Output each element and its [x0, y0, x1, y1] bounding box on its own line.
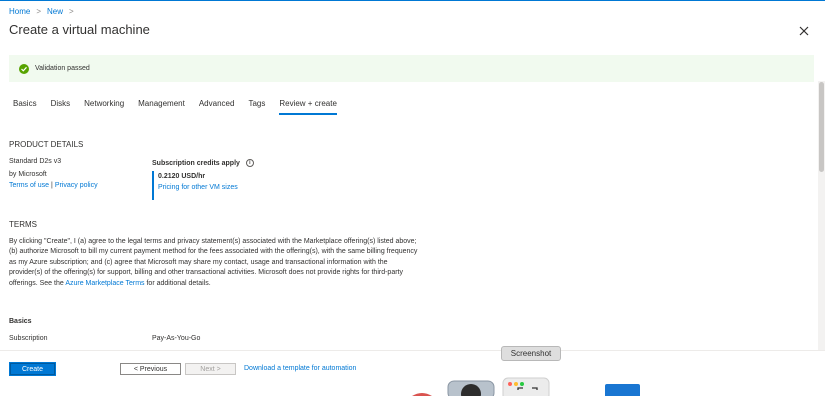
pricing-other-sizes-link[interactable]: Pricing for other VM sizes	[158, 184, 238, 191]
dock-app-screenshot-icon	[502, 377, 550, 396]
close-button[interactable]	[797, 24, 811, 38]
pricing-box: 0.2120 USD/hr Pricing for other VM sizes	[152, 171, 238, 200]
download-template-link[interactable]: Download a template for automation	[244, 365, 356, 372]
terms-body: By clicking "Create", I (a) agree to the…	[9, 237, 419, 289]
subscription-credits-text: Subscription credits apply	[152, 159, 240, 167]
chevron-right-icon: >	[36, 7, 42, 16]
product-publisher: by Microsoft	[9, 171, 47, 178]
basics-heading: Basics	[9, 318, 32, 325]
screenshot-tooltip: Screenshot	[501, 346, 561, 361]
checkmark-circle-icon	[19, 63, 29, 74]
tab-disks[interactable]: Disks	[51, 99, 71, 115]
price-value: 0.2120 USD/hr	[158, 173, 206, 180]
tab-management[interactable]: Management	[138, 99, 185, 115]
tab-review-create[interactable]: Review + create	[279, 99, 337, 115]
validation-banner: Validation passed	[9, 55, 814, 82]
product-details-heading: PRODUCT DETAILS	[9, 140, 84, 149]
subscription-credits-label: Subscription credits apply i	[152, 159, 254, 167]
terms-text-end: for additional details.	[144, 279, 211, 287]
scrollbar-thumb[interactable]	[819, 82, 824, 172]
tab-networking[interactable]: Networking	[84, 99, 124, 115]
tab-advanced[interactable]: Advanced	[199, 99, 235, 115]
tab-tags[interactable]: Tags	[248, 99, 265, 115]
privacy-policy-link[interactable]: Privacy policy	[55, 182, 98, 189]
create-button[interactable]: Create	[10, 363, 55, 375]
close-icon	[799, 26, 809, 36]
info-icon[interactable]: i	[245, 159, 254, 167]
breadcrumb: Home > New >	[9, 7, 74, 16]
breadcrumb-new-link[interactable]: New	[47, 7, 63, 16]
top-accent-line	[0, 0, 825, 1]
dock	[400, 376, 660, 396]
previous-button[interactable]: < Previous	[120, 363, 181, 375]
dock-app-blue-icon	[605, 384, 640, 396]
subscription-value: Pay-As-You-Go	[152, 335, 201, 342]
tab-bar: Basics Disks Networking Management Advan…	[13, 99, 351, 115]
product-name: Standard D2s v3	[9, 158, 62, 165]
azure-marketplace-terms-link[interactable]: Azure Marketplace Terms	[65, 280, 144, 287]
breadcrumb-home-link[interactable]: Home	[9, 7, 30, 16]
link-separator: |	[51, 182, 53, 189]
chevron-right-icon: >	[69, 7, 74, 16]
page-title: Create a virtual machine	[9, 22, 150, 37]
subscription-label: Subscription	[9, 335, 48, 342]
terms-of-use-link[interactable]: Terms of use	[9, 182, 49, 189]
validation-text: Validation passed	[35, 65, 90, 72]
tab-basics[interactable]: Basics	[13, 99, 37, 115]
product-links: Terms of use | Privacy policy	[9, 182, 98, 189]
next-button[interactable]: Next >	[185, 363, 236, 375]
terms-heading: TERMS	[9, 220, 37, 229]
